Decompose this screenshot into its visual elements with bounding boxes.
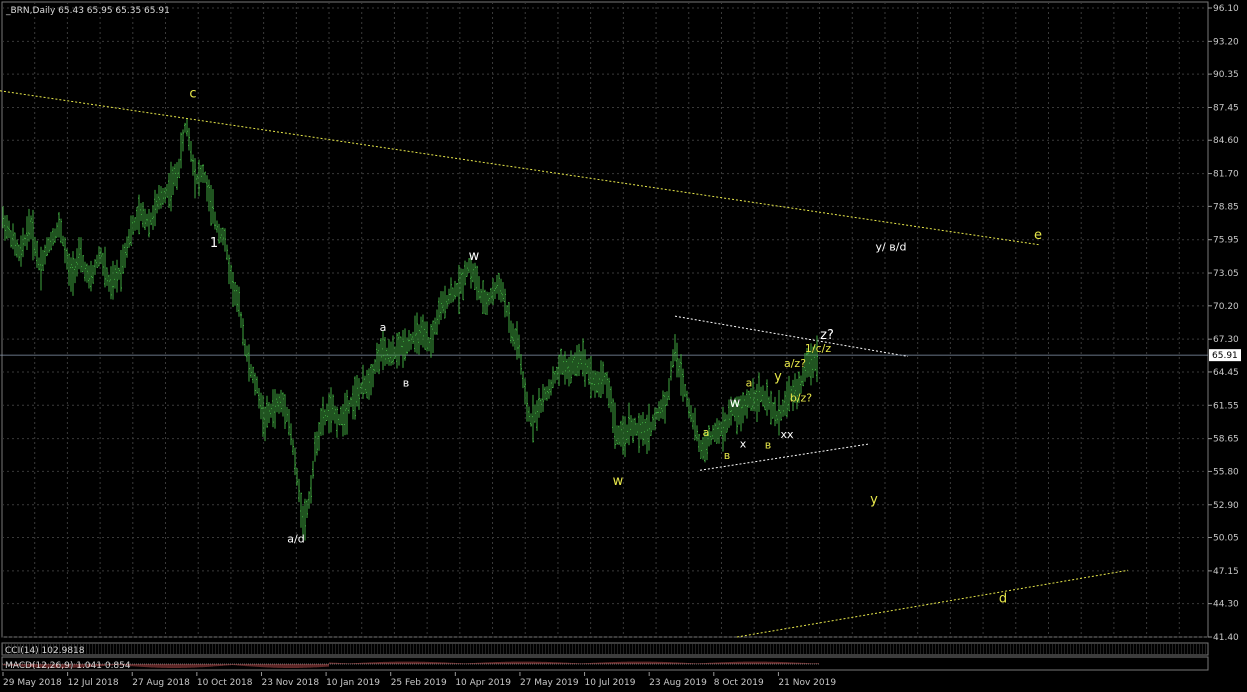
y-tick-label: 64.45 — [1213, 368, 1239, 378]
macd-window — [1, 656, 1209, 671]
y-tick-label: 87.45 — [1213, 103, 1239, 113]
macd-label: MACD(12,26,9) 1.041 0.854 — [5, 661, 131, 671]
wave-label: в — [403, 376, 409, 389]
x-tick-label: 8 Oct 2019 — [714, 678, 764, 688]
y-tick-label: 47.15 — [1213, 567, 1239, 577]
y-tick-label: 70.20 — [1213, 302, 1239, 312]
wave-label: a — [703, 426, 710, 439]
x-tick-label: 10 Oct 2018 — [197, 678, 253, 688]
wave-label: w — [469, 249, 480, 264]
wave-label: c — [189, 87, 196, 102]
wave-label: y — [870, 493, 878, 508]
y-tick-label: 67.30 — [1213, 335, 1239, 345]
price-chart[interactable]: c1a/daвwwaвxwaвyxxa/z?b/z?1/c/zz?y/ в/de… — [0, 0, 1247, 692]
y-tick-label: 58.65 — [1213, 435, 1239, 445]
wave-label: в — [724, 449, 730, 462]
wave-label: xx — [780, 428, 794, 441]
wave-label: y — [774, 370, 782, 385]
wave-label: a — [746, 376, 753, 389]
wave-label: w — [613, 474, 624, 489]
indicator-subwindows: CCI(14) 102.9818 MACD(12,26,9) 1.041 0.85… — [1, 642, 1209, 671]
y-tick-label: 41.40 — [1213, 633, 1239, 643]
x-tick-label: 25 Feb 2019 — [391, 678, 447, 688]
y-tick-label: 52.90 — [1213, 501, 1239, 511]
wave-label: a/z? — [784, 357, 806, 370]
x-tick-label: 23 Nov 2018 — [261, 678, 319, 688]
y-tick-label: 78.85 — [1213, 202, 1239, 212]
current-price-label: 65.91 — [1212, 351, 1238, 361]
wave-label: z? — [820, 328, 834, 343]
wave-label: a/d — [287, 533, 304, 546]
y-tick-label: 81.70 — [1213, 170, 1239, 180]
wave-label: в — [765, 438, 771, 451]
y-tick-label: 75.95 — [1213, 236, 1239, 246]
y-tick-label: 50.05 — [1213, 534, 1239, 544]
x-tick-label: 10 Jul 2019 — [585, 678, 636, 688]
wave-label: a — [380, 321, 387, 334]
wave-label: 1/c/z — [805, 342, 831, 355]
y-tick-label: 61.55 — [1213, 401, 1239, 411]
y-tick-label: 90.35 — [1213, 70, 1239, 80]
x-tick-label: 10 Jan 2019 — [326, 678, 380, 688]
x-tick-label: 27 May 2019 — [520, 678, 579, 688]
y-tick-label: 73.05 — [1213, 269, 1239, 279]
x-tick-label: 21 Nov 2019 — [778, 678, 836, 688]
wave-label: b/z? — [790, 391, 812, 404]
x-tick-label: 27 Aug 2018 — [132, 678, 190, 688]
y-tick-label: 55.80 — [1213, 467, 1239, 477]
x-tick-label: 12 Jul 2018 — [68, 678, 119, 688]
x-tick-label: 23 Aug 2019 — [649, 678, 707, 688]
wave-label: d — [999, 592, 1007, 607]
wave-label: y/ в/d — [876, 241, 907, 254]
x-tick-label: 29 May 2018 — [3, 678, 62, 688]
y-tick-label: 84.60 — [1213, 136, 1239, 146]
y-tick-label: 93.20 — [1213, 37, 1239, 47]
y-tick-label: 96.10 — [1213, 4, 1239, 14]
wave-label: x — [740, 437, 747, 450]
cci-label: CCI(14) 102.9818 — [5, 646, 85, 656]
y-tick-label: 44.30 — [1213, 600, 1239, 610]
wave-label: e — [1034, 228, 1042, 243]
wave-label: 1 — [210, 236, 218, 251]
chart-title: _BRN,Daily 65.43 65.95 65.35 65.91 — [5, 6, 170, 16]
wave-label: w — [730, 396, 741, 411]
x-tick-label: 10 Apr 2019 — [455, 678, 511, 688]
